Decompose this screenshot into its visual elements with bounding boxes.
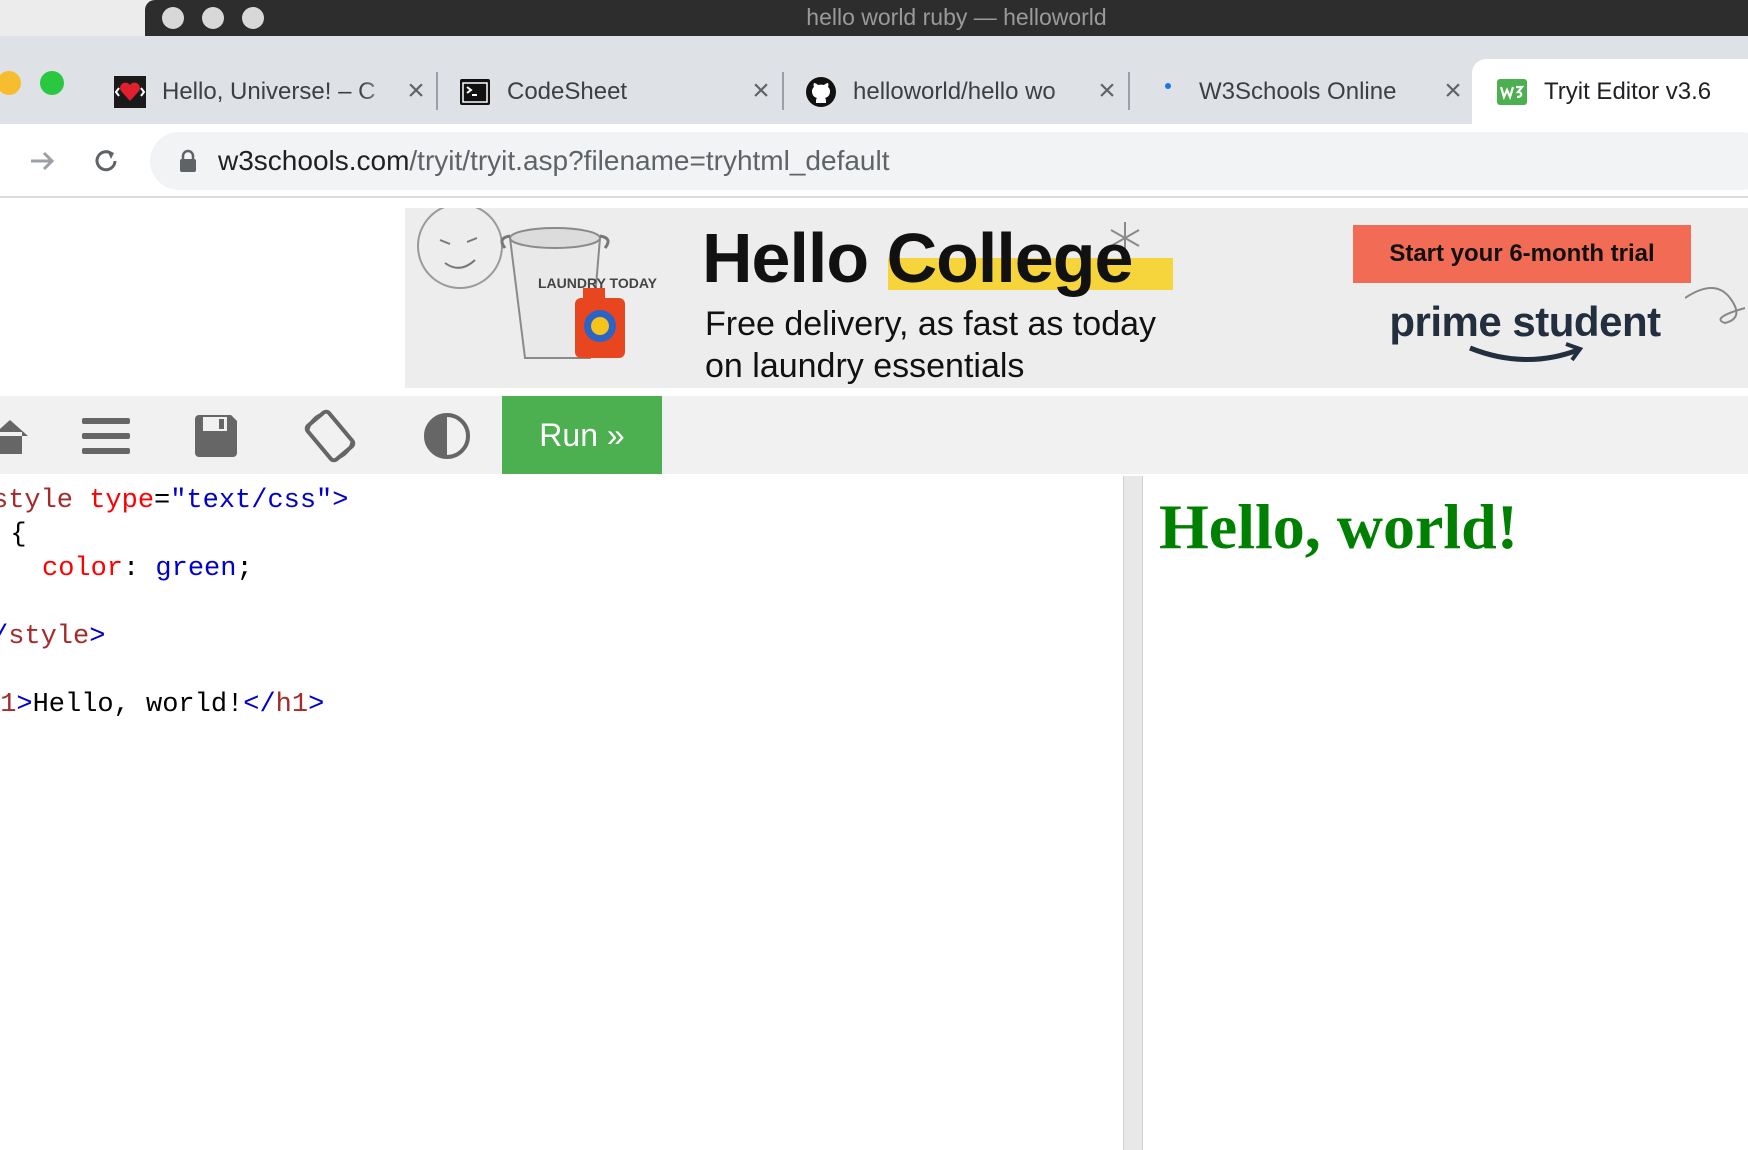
tab-title: CodeSheet xyxy=(507,77,628,105)
url-path: /tryit/tryit.asp?filename=tryhtml_defaul… xyxy=(409,145,890,176)
home-icon xyxy=(0,420,28,454)
rotate-layout-button[interactable] xyxy=(302,408,358,464)
ad-brand-text: prime student xyxy=(1389,298,1661,345)
prime-student-logo: prime student xyxy=(1340,298,1710,370)
github-icon xyxy=(805,76,837,108)
code-token: style xyxy=(0,486,74,516)
reload-icon xyxy=(95,150,117,172)
code-line-6: h1>Hello, world!</h1> xyxy=(0,688,324,722)
terminal-icon xyxy=(459,76,491,108)
contrast-icon xyxy=(424,413,470,459)
dark-mode-button[interactable] xyxy=(419,408,475,464)
code-token: > xyxy=(16,690,33,720)
code-line-1: style type="text/css"> xyxy=(0,484,348,518)
code-token: ; xyxy=(236,554,253,584)
forward-arrow-icon xyxy=(31,151,55,171)
tab-separator xyxy=(436,72,438,110)
code-token: / xyxy=(0,622,8,652)
ad-subline: Free delivery, as fast as today on laund… xyxy=(705,303,1156,387)
tab-github-helloworld[interactable]: helloworld/hello wo × xyxy=(791,59,1121,124)
close-icon[interactable]: × xyxy=(1439,75,1467,106)
browser-toolbar: w3schools.com/tryit/tryit.asp?filename=t… xyxy=(0,124,1748,198)
ad-subline-2: on laundry essentials xyxy=(705,347,1025,385)
tab-w3schools-online[interactable]: W3Schools Online × xyxy=(1137,59,1467,124)
save-icon xyxy=(195,415,237,457)
ad-headline-hello: Hello xyxy=(702,219,869,297)
address-bar[interactable]: w3schools.com/tryit/tryit.asp?filename=t… xyxy=(150,132,1748,190)
page-content: LAUNDRY TODAY Hello College Free deliver… xyxy=(0,200,1748,1150)
laundry-basket-illustration: LAUNDRY TODAY xyxy=(417,208,658,359)
tab-hello-universe[interactable]: Hello, Universe! – C × xyxy=(100,59,430,124)
window-zoom-button[interactable] xyxy=(40,71,64,95)
home-button[interactable] xyxy=(0,408,38,464)
ad-cta-button[interactable]: Start your 6-month trial xyxy=(1353,225,1691,283)
tab-codesheet[interactable]: CodeSheet × xyxy=(445,59,775,124)
url-host: w3schools.com xyxy=(218,145,410,176)
ad-squiggle-icon xyxy=(1685,287,1746,325)
save-button[interactable] xyxy=(188,408,244,464)
code-token: : xyxy=(123,554,156,584)
close-icon[interactable]: × xyxy=(1093,75,1121,106)
code-token: Hello, world! xyxy=(32,690,244,720)
code-token: h1 xyxy=(275,690,309,720)
run-button[interactable]: Run » xyxy=(502,396,662,474)
menu-button[interactable] xyxy=(78,408,134,464)
close-icon[interactable]: × xyxy=(747,75,775,106)
code-line-2: 1 { xyxy=(10,520,27,550)
code-line-5: /style> xyxy=(0,620,105,654)
tab-title: W3Schools Online xyxy=(1199,77,1397,105)
tab-title: Hello, Universe! – C xyxy=(162,77,376,105)
loading-icon xyxy=(1151,76,1183,108)
ad-subline-1: Free delivery, as fast as today xyxy=(705,305,1157,343)
tab-separator xyxy=(782,72,784,110)
code-token: green xyxy=(155,554,237,584)
editor-toolbar: Run » xyxy=(0,396,1748,474)
code-token: = xyxy=(154,486,171,516)
tab-title: Tryit Editor v3.6 xyxy=(1544,77,1712,105)
code-token: > xyxy=(89,622,106,652)
menu-icon xyxy=(82,418,130,454)
os-titlebar: hello world ruby — helloworld xyxy=(0,0,1748,36)
result-heading: Hello, world! xyxy=(1159,491,1519,562)
forward-button[interactable] xyxy=(22,141,62,181)
code-token: > xyxy=(332,486,349,516)
code-token: > xyxy=(308,690,325,720)
code-token: type xyxy=(89,486,155,516)
result-iframe: Hello, world! xyxy=(1143,476,1748,1150)
close-icon[interactable]: × xyxy=(402,75,430,106)
tab-tryit-editor[interactable]: Tryit Editor v3.6 xyxy=(1472,59,1748,124)
ad-banner[interactable]: LAUNDRY TODAY Hello College Free deliver… xyxy=(405,208,1748,388)
ad-headline: Hello College xyxy=(702,218,1134,298)
code-token: "text/css" xyxy=(170,486,333,516)
rotate-icon xyxy=(304,409,356,463)
heart-code-icon xyxy=(114,75,146,108)
ad-headline-college: College xyxy=(886,219,1134,297)
pane-resize-handle[interactable] xyxy=(1123,476,1143,1150)
code-token: </ xyxy=(243,690,276,720)
reload-button[interactable] xyxy=(86,141,126,181)
lock-icon[interactable] xyxy=(178,149,198,173)
code-line-3: color: green; xyxy=(42,552,253,586)
code-editor[interactable]: style type="text/css"> 1 { color: green;… xyxy=(0,476,1123,1150)
os-window-title: hello world ruby — helloworld xyxy=(806,4,1107,30)
code-token: style xyxy=(8,622,90,652)
w3schools-icon xyxy=(1496,76,1528,108)
tab-title: helloworld/hello wo xyxy=(853,77,1056,105)
url-text: w3schools.com/tryit/tryit.asp?filename=t… xyxy=(218,132,890,190)
tab-separator xyxy=(1128,72,1130,110)
code-token: h1 xyxy=(0,690,17,720)
code-token: color xyxy=(42,554,124,584)
